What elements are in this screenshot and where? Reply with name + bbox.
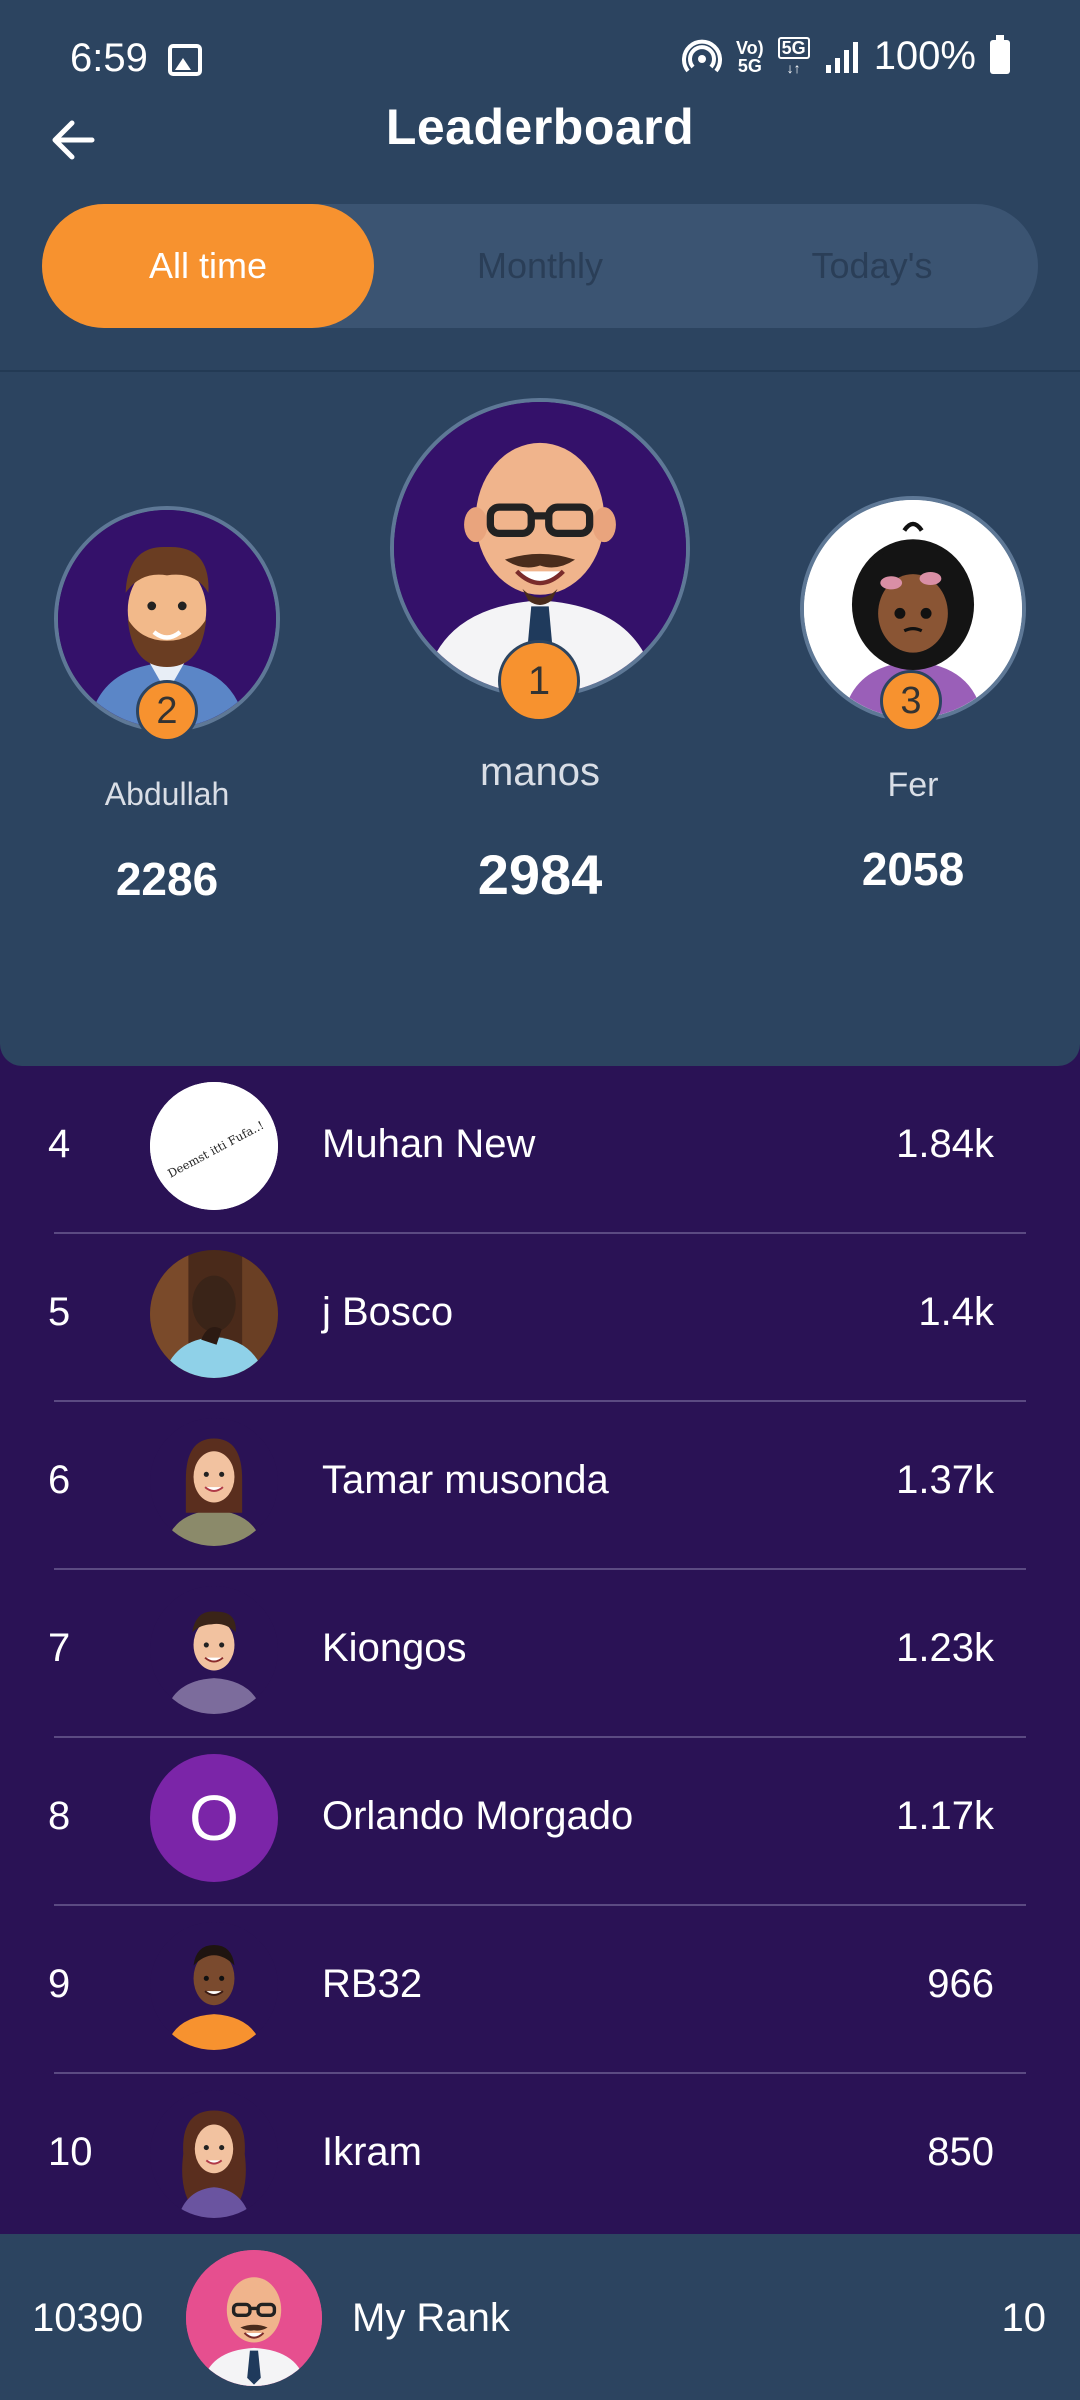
list-item-avatar — [150, 1418, 278, 1546]
my-avatar — [186, 2250, 322, 2386]
list-item-score: 1.37k — [896, 1458, 994, 1502]
my-points: 10390 — [32, 2296, 144, 2340]
list-item-rank: 9 — [48, 1962, 71, 2006]
5g-data-icon: 5G ↓↑ — [777, 36, 810, 77]
list-item[interactable]: 7 Kiongos 1.23k — [0, 1570, 1080, 1738]
gallery-notification-icon — [168, 44, 202, 76]
list-item-name: Kiongos — [322, 1626, 467, 1670]
status-time: 6:59 — [70, 36, 148, 80]
list-item[interactable]: 10 Ikram 850 — [0, 2074, 1080, 2242]
period-tabs: All time Monthly Today's — [42, 204, 1038, 328]
list-item-score: 966 — [927, 1962, 994, 2006]
list-item-avatar — [150, 1250, 278, 1378]
list-item-rank: 8 — [48, 1794, 71, 1838]
divider — [0, 370, 1080, 372]
tab-all-time[interactable]: All time — [42, 204, 374, 328]
battery-percent: 100% — [873, 34, 976, 78]
rank-badge-3: 3 — [880, 670, 942, 732]
list-item-name: j Bosco — [322, 1290, 454, 1334]
list-item[interactable]: 9 RB32 966 — [0, 1906, 1080, 2074]
podium-second-name: Abdullah — [104, 776, 230, 812]
list-item-rank: 10 — [48, 2130, 93, 2174]
list-item-rank: 6 — [48, 1458, 71, 1502]
list-item-avatar-letter: O — [150, 1754, 278, 1882]
list-item-score: 1.23k — [896, 1626, 994, 1670]
list-item-name: RB32 — [322, 1962, 423, 2006]
my-rank-position: 10 — [1001, 2296, 1047, 2340]
list-item-score: 1.17k — [896, 1794, 994, 1838]
podium-first-name: manos — [479, 750, 601, 794]
list-item-score: 1.4k — [918, 1290, 994, 1334]
rank-badge-1: 1 — [498, 640, 580, 722]
page-title: Leaderboard — [385, 99, 695, 155]
signal-icon — [825, 41, 858, 73]
my-rank-label: My Rank — [352, 2296, 510, 2340]
list-item[interactable]: 4 Deemst itti Fufa..! Muhan New 1.84k — [0, 1066, 1080, 1234]
list-item-name: Tamar musonda — [322, 1458, 609, 1502]
hotspot-icon — [682, 39, 722, 72]
status-icons: Vo) 5G 5G ↓↑ 100% — [682, 34, 1010, 79]
list-item[interactable]: 6 Tamar musonda 1.37k — [0, 1402, 1080, 1570]
list-item-name: Orlando Morgado — [322, 1794, 634, 1838]
list-item-rank: 7 — [48, 1626, 71, 1670]
my-rank-bar[interactable]: 10390 My Rank 10 — [0, 2234, 1080, 2400]
list-item-avatar — [150, 1586, 278, 1714]
list-item-avatar — [150, 2090, 278, 2218]
podium-third-name: Fer — [887, 766, 939, 804]
volte-icon: Vo) 5G — [736, 37, 764, 76]
list-item[interactable]: 8 O Orlando Morgado 1.17k — [0, 1738, 1080, 1906]
podium-third-score: 2058 — [861, 843, 965, 895]
list-item[interactable]: 5 j Bosco 1.4k — [0, 1234, 1080, 1402]
list-item-rank: 4 — [48, 1122, 71, 1166]
list-item-avatar: Deemst itti Fufa..! — [150, 1082, 278, 1210]
list-item-rank: 5 — [48, 1290, 71, 1334]
list-item-name: Muhan New — [322, 1122, 536, 1166]
list-item-name: Ikram — [322, 2130, 422, 2174]
list-item-avatar — [150, 1922, 278, 2050]
battery-icon — [990, 34, 1010, 74]
tab-todays[interactable]: Today's — [706, 204, 1038, 328]
list-item-score: 850 — [927, 2130, 994, 2174]
podium-first-score: 2984 — [477, 843, 603, 906]
rank-badge-2: 2 — [136, 680, 198, 742]
tab-monthly[interactable]: Monthly — [374, 204, 706, 328]
list-item-score: 1.84k — [896, 1122, 994, 1166]
podium-second-score: 2286 — [115, 853, 219, 905]
